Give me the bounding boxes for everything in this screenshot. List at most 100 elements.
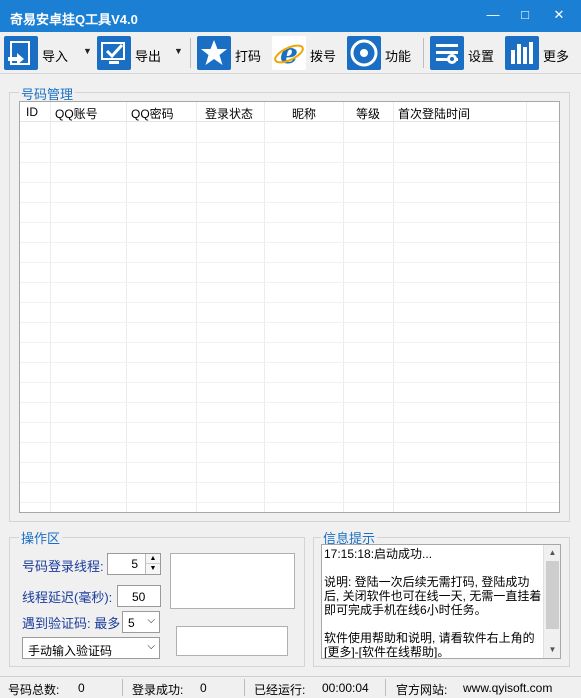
grid-row-line: [20, 322, 559, 323]
column-header-qq-password[interactable]: QQ密码: [131, 105, 174, 122]
grid-row-line: [20, 282, 559, 283]
runtime-label: 已经运行:: [254, 683, 306, 697]
status-divider: [122, 679, 123, 696]
login-success-label: 登录成功:: [132, 683, 184, 697]
captcha-label: 打码: [235, 49, 262, 64]
bar-chart-icon: [505, 36, 539, 70]
operations-group-title: 操作区: [19, 528, 63, 547]
status-divider: [244, 679, 245, 696]
captcha-max-select[interactable]: 5 ⌵: [122, 611, 160, 633]
table-header: [20, 102, 559, 122]
grid-row-line: [20, 442, 559, 443]
grid-row-line: [20, 362, 559, 363]
info-log-text: 17:15:18:启动成功... 说明: 登陆一次后续无需打码, 登陆成功后, …: [324, 547, 542, 659]
grid-row-line: [20, 262, 559, 263]
column-divider: [264, 102, 265, 512]
captcha-max-label: 遇到验证码: 最多: [22, 616, 121, 631]
column-divider: [196, 102, 197, 512]
export-dropdown-icon[interactable]: ▼: [174, 46, 183, 56]
toolbar: 导入 ▼ 导出 ▼ 打码 e 拨号 功能 设置 更多: [0, 32, 581, 74]
captcha-mode-value: 手动输入验证码: [28, 644, 113, 658]
window-title: 奇易安卓挂Q工具V4.0: [10, 12, 138, 27]
spinner-down-icon[interactable]: ▼: [145, 564, 160, 574]
thread-delay-value: 50: [132, 590, 146, 604]
star-icon: [197, 36, 231, 70]
column-header-qq-account[interactable]: QQ账号: [55, 105, 98, 122]
import-dropdown-icon[interactable]: ▼: [83, 46, 92, 56]
export-button[interactable]: 导出 ▼: [97, 36, 187, 70]
more-button[interactable]: 更多: [505, 36, 575, 70]
settings-icon: [430, 36, 464, 70]
total-count-label: 号码总数:: [8, 683, 60, 697]
import-icon: [4, 36, 38, 70]
chevron-down-icon: ⌵: [147, 641, 155, 652]
column-divider: [126, 102, 127, 512]
close-button[interactable]: ✕: [544, 4, 574, 26]
minimize-button[interactable]: —: [478, 4, 508, 26]
runtime-value: 00:00:04: [322, 681, 369, 695]
import-button[interactable]: 导入 ▼: [4, 36, 94, 70]
column-header-login-status[interactable]: 登录状态: [205, 105, 253, 122]
settings-label: 设置: [468, 49, 495, 64]
features-label: 功能: [385, 49, 412, 64]
import-label: 导入: [42, 49, 69, 64]
scroll-down-icon[interactable]: ▼: [544, 642, 560, 658]
grid-row-line: [20, 462, 559, 463]
column-divider: [393, 102, 394, 512]
dial-label: 拨号: [310, 49, 337, 64]
grid-row-line: [20, 422, 559, 423]
grid-row-line: [20, 502, 559, 503]
grid-row-line: [20, 162, 559, 163]
website-link[interactable]: www.qyisoft.com: [463, 681, 552, 695]
maximize-button[interactable]: □: [510, 4, 540, 26]
captcha-image-box: [170, 553, 295, 609]
info-log[interactable]: 17:15:18:启动成功... 说明: 登陆一次后续无需打码, 登陆成功后, …: [321, 544, 561, 659]
scroll-up-icon[interactable]: ▲: [544, 545, 560, 561]
spinner-up-icon[interactable]: ▲: [145, 554, 160, 564]
toolbar-divider: [190, 38, 191, 68]
more-label: 更多: [543, 49, 570, 64]
captcha-mode-select[interactable]: 手动输入验证码 ⌵: [22, 637, 160, 659]
website-label: 官方网站:: [396, 683, 448, 697]
captcha-input[interactable]: [176, 626, 288, 656]
disc-icon: [347, 36, 381, 70]
grid-row-line: [20, 302, 559, 303]
column-header-nickname[interactable]: 昵称: [292, 105, 316, 122]
login-threads-spinner[interactable]: 5 ▲ ▼: [107, 553, 161, 575]
grid-row-line: [20, 222, 559, 223]
title-bar: 奇易安卓挂Q工具V4.0 — □ ✕: [0, 0, 581, 32]
column-header-level[interactable]: 等级: [356, 105, 380, 122]
login-threads-label: 号码登录线程:: [22, 559, 104, 574]
column-divider: [50, 102, 51, 512]
scrollbar-thumb[interactable]: [546, 561, 559, 629]
grid-row-line: [20, 242, 559, 243]
dial-icon: e: [272, 36, 306, 70]
grid-row-line: [20, 402, 559, 403]
grid-row-line: [20, 142, 559, 143]
column-divider: [526, 102, 527, 512]
total-count-value: 0: [78, 681, 85, 695]
info-log-scrollbar[interactable]: ▲ ▼: [543, 545, 560, 658]
export-icon: [97, 36, 131, 70]
column-header-id[interactable]: ID: [26, 105, 38, 119]
status-bar: 号码总数: 0 登录成功: 0 已经运行: 00:00:04 官方网站: www…: [0, 676, 581, 697]
grid-row-line: [20, 202, 559, 203]
column-header-first-login[interactable]: 首次登陆时间: [398, 105, 470, 122]
captcha-max-value: 5: [128, 616, 135, 630]
grid-row-line: [20, 342, 559, 343]
chevron-down-icon: ⌵: [147, 615, 155, 626]
accounts-table[interactable]: ID QQ账号 QQ密码 登录状态 昵称 等级 首次登陆时间: [19, 101, 560, 513]
thread-delay-label: 线程延迟(毫秒):: [22, 590, 113, 605]
grid-row-line: [20, 382, 559, 383]
grid-row-line: [20, 182, 559, 183]
thread-delay-input[interactable]: 50: [117, 585, 161, 607]
settings-button[interactable]: 设置: [430, 36, 500, 70]
status-divider: [385, 679, 386, 696]
export-label: 导出: [135, 49, 162, 64]
dial-button[interactable]: e 拨号: [272, 36, 342, 70]
login-success-value: 0: [200, 681, 207, 695]
svg-text:e: e: [280, 37, 298, 70]
captcha-button[interactable]: 打码: [197, 36, 267, 70]
grid-row-line: [20, 482, 559, 483]
features-button[interactable]: 功能: [347, 36, 417, 70]
